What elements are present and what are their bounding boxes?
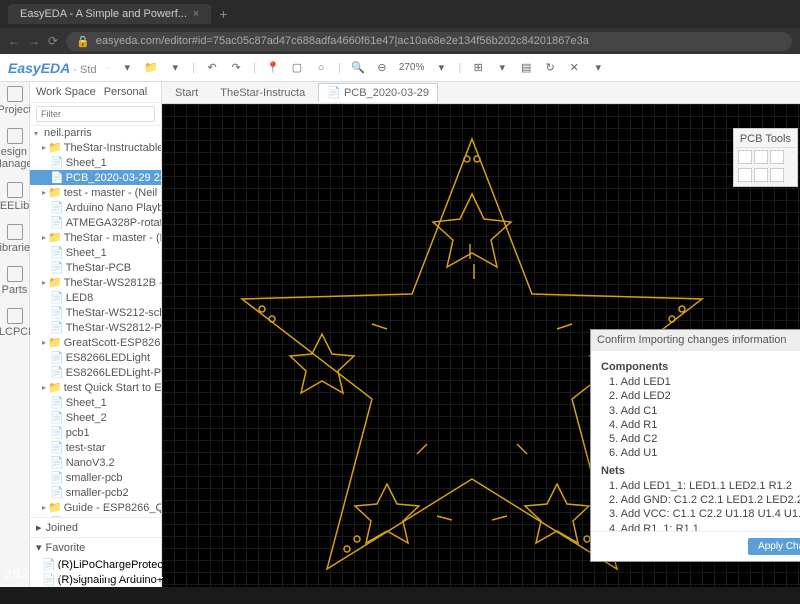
component-line: 4. Add R1 bbox=[601, 418, 800, 432]
reload-button[interactable]: ⟳ bbox=[48, 34, 58, 48]
tool-via[interactable] bbox=[770, 150, 784, 164]
tab-title: EasyEDA - A Simple and Powerf... bbox=[20, 8, 187, 20]
tree-item[interactable]: ▸📁TheStar - master - (Neil Parris) bbox=[30, 230, 161, 245]
timestamp-overlay: 2020-03-29 22-38-01 bbox=[4, 567, 164, 583]
tool-text[interactable] bbox=[738, 168, 752, 182]
tree-item[interactable]: 📄pcb1 bbox=[30, 425, 161, 440]
project-panel: Work Space Personal ▾neil.parris ▸📁TheSt… bbox=[30, 82, 162, 587]
browser-tab[interactable]: EasyEDA - A Simple and Powerf... × bbox=[8, 4, 211, 24]
close-icon[interactable]: × bbox=[193, 8, 199, 20]
tree-item[interactable]: ▸📁TheStar-Instructables - master - (N bbox=[30, 140, 161, 155]
flip-icon[interactable]: ✕ bbox=[567, 61, 581, 75]
more-icon[interactable]: ▾ bbox=[591, 61, 605, 75]
tree-item[interactable]: 📄ATMEGA328P-rotation-test bbox=[30, 215, 161, 230]
doc-tab[interactable]: Start bbox=[166, 84, 207, 102]
tree-item[interactable]: 📄ES8266LEDLight bbox=[30, 350, 161, 365]
search-icon[interactable]: 🔍 bbox=[351, 61, 365, 75]
tool-pad[interactable] bbox=[754, 150, 768, 164]
net-line: 3. Add VCC: C1.1 C2.2 U1.18 U1.4 U1.6 bbox=[601, 507, 800, 521]
pcb-tools-title: PCB Tools bbox=[736, 131, 795, 148]
net-line: 1. Add LED1_1: LED1.1 LED2.1 R1.2 bbox=[601, 479, 800, 493]
tree-item[interactable]: 📄TheStar-PCB bbox=[30, 260, 161, 275]
tree-item[interactable]: 📄NanoV3.2 bbox=[30, 455, 161, 470]
nets-header: Nets bbox=[601, 465, 800, 477]
folder-icon[interactable]: 📁 bbox=[144, 61, 158, 75]
tree-item[interactable]: ▸📁Guide - ESP8266_Quickly_Design bbox=[30, 500, 161, 515]
apply-changes-button[interactable]: Apply Changes bbox=[748, 538, 800, 555]
image-icon[interactable]: ▢ bbox=[290, 61, 304, 75]
tree-item[interactable]: 📄Arduino Nano Playboard bbox=[30, 200, 161, 215]
tree-item[interactable]: ▸📁GreatScott-ESP8266LEDLight - mas bbox=[30, 335, 161, 350]
tree-item[interactable]: 📄smaller-pcb bbox=[30, 470, 161, 485]
components-header: Components bbox=[601, 361, 800, 373]
tree-item[interactable]: 📄Sheet_1 bbox=[30, 155, 161, 170]
tree-user[interactable]: ▾neil.parris bbox=[30, 126, 161, 140]
layer-icon[interactable]: ▾ bbox=[495, 61, 509, 75]
align-icon[interactable]: ▤ bbox=[519, 61, 533, 75]
redo-icon[interactable]: ↷ bbox=[229, 61, 243, 75]
rail-parts[interactable]: Parts bbox=[2, 266, 28, 296]
tool-arc[interactable] bbox=[754, 168, 768, 182]
zoom-out-icon[interactable]: ⊖ bbox=[375, 61, 389, 75]
tree-item[interactable]: 📄test-star bbox=[30, 440, 161, 455]
forward-button[interactable]: → bbox=[28, 34, 40, 48]
address-bar[interactable]: 🔒 easyeda.com/editor#id=75ac05c87ad47c68… bbox=[66, 32, 792, 51]
tree-item[interactable]: 📄ES8266LEDLight-PCB bbox=[30, 365, 161, 380]
workspace-label: Work Space bbox=[36, 86, 96, 98]
tree-item[interactable]: 📄TheStar-WS2812-PCB bbox=[30, 320, 161, 335]
pcb-tools-panel[interactable]: PCB Tools bbox=[733, 128, 798, 187]
tree-item[interactable]: 📄Sheet_1 bbox=[30, 245, 161, 260]
zoom-in-icon[interactable]: ▾ bbox=[434, 61, 448, 75]
tree-item[interactable]: 📄smaller-pcb2 bbox=[30, 485, 161, 500]
rail-project[interactable]: Project bbox=[0, 86, 32, 116]
pin-icon[interactable]: 📍 bbox=[266, 61, 280, 75]
undo-icon[interactable]: ↶ bbox=[205, 61, 219, 75]
dialog-title: Confirm Importing changes information bbox=[597, 334, 787, 347]
tree-item[interactable]: ▸📁test - master - (Neil Parris) bbox=[30, 185, 161, 200]
left-rail: ProjectDesign ManagerEELibLibrariesParts… bbox=[0, 82, 30, 587]
app-toolbar: EasyEDA · Std · ▾ 📁 ▾ | ↶ ↷ | 📍 ▢ ○ | 🔍 … bbox=[0, 54, 800, 82]
tree-item[interactable]: 📄LED8 bbox=[30, 290, 161, 305]
file-menu-icon[interactable]: ▾ bbox=[120, 61, 134, 75]
net-line: 4. Add R1_1: R1.1 bbox=[601, 522, 800, 531]
tree-item[interactable]: 📄Sheet_1 bbox=[30, 395, 161, 410]
tree-item[interactable]: ▸📁TheStar-WS2812B - master - (N bbox=[30, 275, 161, 290]
back-button[interactable]: ← bbox=[8, 34, 20, 48]
pcb-canvas[interactable]: PCB Tools Confirm Importing changes info… bbox=[162, 104, 800, 587]
zoom-level[interactable]: 270% bbox=[399, 62, 425, 73]
rail-eelib[interactable]: EELib bbox=[0, 182, 29, 212]
tree-item[interactable]: 📄Sheet_2 bbox=[30, 410, 161, 425]
new-tab-button[interactable]: + bbox=[219, 6, 227, 22]
tree-item[interactable]: 📄TheStar-WS212-sch bbox=[30, 305, 161, 320]
component-line: 2. Add LED2 bbox=[601, 389, 800, 403]
grid-icon[interactable]: ⊞ bbox=[471, 61, 485, 75]
component-line: 5. Add C2 bbox=[601, 432, 800, 446]
tree-item[interactable]: 📄PCB_2020-03-29 22:28:17 bbox=[30, 170, 161, 185]
component-line: 1. Add LED1 bbox=[601, 375, 800, 389]
doc-tab[interactable]: 📄 PCB_2020-03-29 bbox=[318, 83, 438, 102]
app-logo: EasyEDA · Std bbox=[8, 60, 97, 76]
save-icon[interactable]: ▾ bbox=[168, 61, 182, 75]
component-line: 6. Add U1 bbox=[601, 446, 800, 460]
shape-icon[interactable]: ○ bbox=[314, 61, 328, 75]
component-line: 3. Add C1 bbox=[601, 404, 800, 418]
tree-item[interactable]: ▸📁test Quick Start to EasyEDA - mas bbox=[30, 380, 161, 395]
tool-track[interactable] bbox=[738, 150, 752, 164]
url-text: easyeda.com/editor#id=75ac05c87ad47c688a… bbox=[96, 35, 589, 47]
lock-icon: 🔒 bbox=[76, 35, 90, 48]
doc-tab[interactable]: TheStar-Instructa bbox=[211, 84, 314, 102]
favorite-section[interactable]: ▾Favorite bbox=[30, 537, 161, 557]
joined-section[interactable]: ▸Joined bbox=[30, 517, 161, 537]
tool-hole[interactable] bbox=[770, 168, 784, 182]
filter-input[interactable] bbox=[36, 106, 155, 122]
rotate-icon[interactable]: ↻ bbox=[543, 61, 557, 75]
net-line: 2. Add GND: C1.2 C2.1 LED1.2 LED2.2 U1.2… bbox=[601, 493, 800, 507]
import-changes-dialog: Confirm Importing changes information✕ C… bbox=[590, 329, 800, 562]
personal-dropdown[interactable]: Personal bbox=[104, 86, 147, 98]
